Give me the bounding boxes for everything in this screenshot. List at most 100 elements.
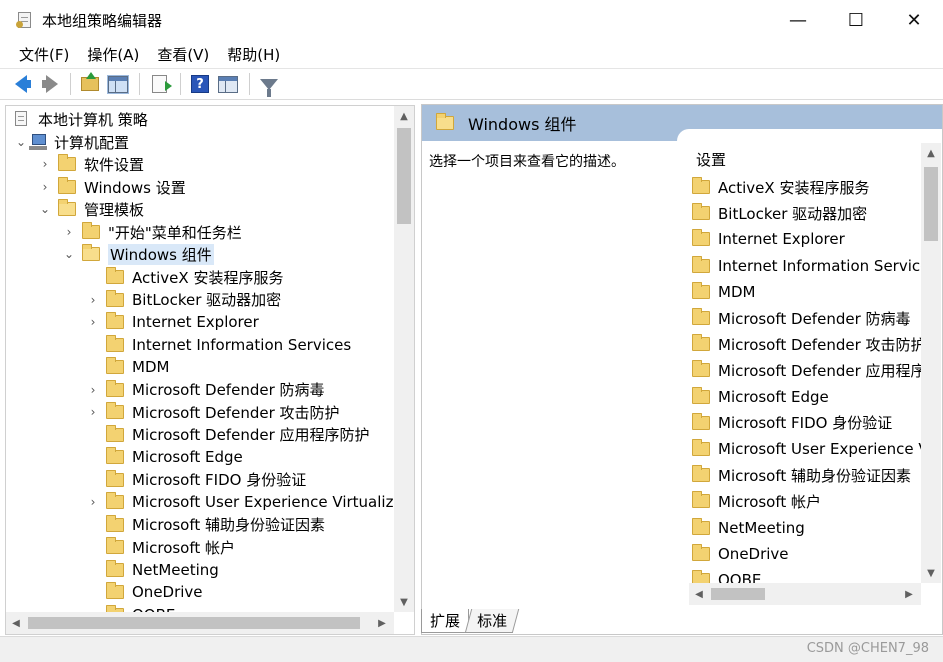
maximize-button[interactable]: ☐ bbox=[827, 0, 885, 40]
tree-item-admin-templates[interactable]: ⌄ 管理模板 bbox=[38, 198, 144, 220]
tab-extended[interactable]: 扩展 bbox=[421, 609, 470, 633]
tree-item-windows-components[interactable]: ⌄ Windows 组件 bbox=[62, 243, 214, 265]
menu-action[interactable]: 操作(A) bbox=[78, 44, 148, 65]
console-tree-pane[interactable]: 本地计算机 策略 ⌄ 计算机配置 › 软件设置 › Windows 设置 ⌄ 管… bbox=[5, 105, 415, 635]
chevron-right-icon[interactable]: › bbox=[86, 315, 100, 329]
tree-item-computer-config[interactable]: ⌄ 计算机配置 bbox=[14, 131, 129, 153]
tree-item-component[interactable]: › Microsoft User Experience Virtualizatic bbox=[86, 491, 394, 513]
scroll-right-arrow-icon[interactable]: ▶ bbox=[899, 583, 919, 605]
chevron-right-icon[interactable]: › bbox=[86, 405, 100, 419]
tree-item-component[interactable]: › Microsoft Defender 攻击防护 bbox=[86, 401, 340, 423]
settings-column-header[interactable]: 设置 bbox=[696, 149, 726, 170]
scroll-left-arrow-icon[interactable]: ◀ bbox=[689, 583, 709, 605]
folder-icon bbox=[692, 412, 710, 430]
tree-item-component[interactable]: › BitLocker 驱动器加密 bbox=[86, 289, 281, 311]
chevron-right-icon[interactable]: › bbox=[38, 180, 52, 194]
tree-item-component[interactable]: OOBE bbox=[86, 604, 175, 612]
export-list-icon bbox=[151, 75, 172, 93]
list-item[interactable]: Microsoft Defender 攻击防护 bbox=[692, 332, 921, 356]
scroll-up-arrow-icon[interactable]: ▲ bbox=[921, 143, 941, 163]
folder-open-icon bbox=[436, 113, 454, 130]
list-item[interactable]: Microsoft Defender 防病毒 bbox=[692, 306, 911, 330]
chevron-down-icon[interactable]: ⌄ bbox=[38, 202, 52, 216]
tree-item-component[interactable]: Microsoft FIDO 身份验证 bbox=[86, 469, 306, 491]
tree-item-label: MDM bbox=[132, 358, 170, 376]
menu-help[interactable]: 帮助(H) bbox=[218, 44, 289, 65]
tree-item-start-menu[interactable]: › "开始"菜单和任务栏 bbox=[62, 221, 242, 243]
list-item[interactable]: Microsoft 帐户 bbox=[692, 489, 821, 513]
help-button[interactable]: ? bbox=[187, 72, 213, 96]
scroll-thumb[interactable] bbox=[924, 167, 938, 241]
chevron-down-icon[interactable]: ⌄ bbox=[62, 247, 76, 261]
list-item[interactable]: OneDrive bbox=[692, 542, 789, 566]
chevron-right-icon[interactable]: › bbox=[86, 495, 100, 509]
list-item-label: NetMeeting bbox=[718, 518, 805, 537]
tree-item-windows-settings[interactable]: › Windows 设置 bbox=[38, 176, 186, 198]
tree-item-component[interactable]: OneDrive bbox=[86, 581, 203, 603]
list-item[interactable]: Microsoft FIDO 身份验证 bbox=[692, 411, 892, 435]
export-list-button[interactable] bbox=[146, 72, 172, 96]
folder-icon bbox=[106, 582, 124, 599]
list-item[interactable]: OOBE bbox=[692, 568, 761, 583]
tree-item-label: Microsoft Defender 防病毒 bbox=[132, 381, 325, 399]
list-item[interactable]: Microsoft Edge bbox=[692, 385, 829, 409]
scroll-thumb[interactable] bbox=[711, 588, 765, 600]
scroll-down-arrow-icon[interactable]: ▼ bbox=[921, 563, 941, 583]
scroll-down-arrow-icon[interactable]: ▼ bbox=[394, 592, 414, 612]
tree-item-software-settings[interactable]: › 软件设置 bbox=[38, 153, 144, 175]
list-item[interactable]: BitLocker 驱动器加密 bbox=[692, 201, 867, 225]
tree-item-component[interactable]: Internet Information Services bbox=[86, 334, 351, 356]
settings-horizontal-scrollbar[interactable]: ◀ ▶ bbox=[689, 583, 921, 605]
list-item[interactable]: Microsoft Defender 应用程序防 bbox=[692, 358, 921, 382]
tree-item-component[interactable]: Microsoft 帐户 bbox=[86, 536, 235, 558]
tree-item-component[interactable]: NetMeeting bbox=[86, 559, 219, 581]
tree-item-component[interactable]: MDM bbox=[86, 356, 169, 378]
scroll-right-arrow-icon[interactable]: ▶ bbox=[372, 612, 392, 634]
close-button[interactable]: ✕ bbox=[885, 0, 943, 40]
list-item[interactable]: Microsoft 辅助身份验证因素 bbox=[692, 463, 911, 487]
menu-file[interactable]: 文件(F) bbox=[10, 44, 78, 65]
tree-item-label: Microsoft FIDO 身份验证 bbox=[132, 471, 307, 489]
tree-item-root[interactable]: 本地计算机 策略 bbox=[12, 108, 148, 130]
tree-item-label: Windows 设置 bbox=[84, 178, 186, 197]
tree-vertical-scrollbar[interactable]: ▲ ▼ bbox=[394, 106, 414, 612]
list-item[interactable]: NetMeeting bbox=[692, 516, 805, 540]
settings-vertical-scrollbar[interactable]: ▲ ▼ bbox=[921, 143, 941, 583]
chevron-right-icon[interactable]: › bbox=[86, 293, 100, 307]
list-item-label: Microsoft Defender 应用程序防 bbox=[718, 361, 921, 380]
chevron-right-icon[interactable]: › bbox=[38, 157, 52, 171]
show-hide-action-pane-button[interactable] bbox=[215, 72, 241, 96]
folder-icon bbox=[58, 177, 76, 194]
scroll-thumb[interactable] bbox=[28, 617, 360, 629]
tree-item-component[interactable]: Microsoft 辅助身份验证因素 bbox=[86, 514, 325, 536]
list-item[interactable]: Internet Information Services bbox=[692, 254, 921, 278]
list-item[interactable]: MDM bbox=[692, 280, 755, 304]
forward-button[interactable] bbox=[36, 72, 62, 96]
up-folder-button[interactable] bbox=[77, 72, 103, 96]
list-item[interactable]: Microsoft User Experience Virt bbox=[692, 437, 921, 461]
tree-item-component[interactable]: Microsoft Edge bbox=[86, 446, 243, 468]
tab-standard[interactable]: 标准 bbox=[464, 609, 520, 633]
filter-button[interactable] bbox=[256, 72, 282, 97]
scroll-thumb[interactable] bbox=[397, 128, 411, 224]
tree-item-component[interactable]: › Internet Explorer bbox=[86, 311, 259, 333]
scroll-left-arrow-icon[interactable]: ◀ bbox=[6, 612, 26, 634]
tree-item-component[interactable]: › Microsoft Defender 防病毒 bbox=[86, 379, 325, 401]
scroll-up-arrow-icon[interactable]: ▲ bbox=[394, 106, 414, 126]
menu-view[interactable]: 查看(V) bbox=[148, 44, 218, 65]
settings-list[interactable]: 设置 ActiveX 安装程序服务 BitLocker 驱动器加密 Internet… bbox=[689, 143, 921, 583]
tree-item-component[interactable]: ActiveX 安装程序服务 bbox=[86, 266, 283, 288]
minimize-button[interactable]: — bbox=[769, 0, 827, 40]
list-item[interactable]: ActiveX 安装程序服务 bbox=[692, 175, 869, 199]
tree-horizontal-scrollbar[interactable]: ◀ ▶ bbox=[6, 612, 394, 634]
chevron-right-icon[interactable]: › bbox=[62, 225, 76, 239]
back-button[interactable] bbox=[8, 72, 34, 96]
show-hide-tree-button[interactable] bbox=[105, 72, 131, 96]
tree-item-component[interactable]: Microsoft Defender 应用程序防护 bbox=[86, 424, 370, 446]
tree-item-label: NetMeeting bbox=[132, 560, 219, 579]
window-title: 本地组策略编辑器 bbox=[42, 11, 163, 30]
tree-item-label: Microsoft User Experience Virtualizatic bbox=[132, 493, 394, 511]
list-item[interactable]: Internet Explorer bbox=[692, 227, 845, 251]
chevron-right-icon[interactable]: › bbox=[86, 383, 100, 397]
chevron-down-icon[interactable]: ⌄ bbox=[14, 135, 28, 149]
